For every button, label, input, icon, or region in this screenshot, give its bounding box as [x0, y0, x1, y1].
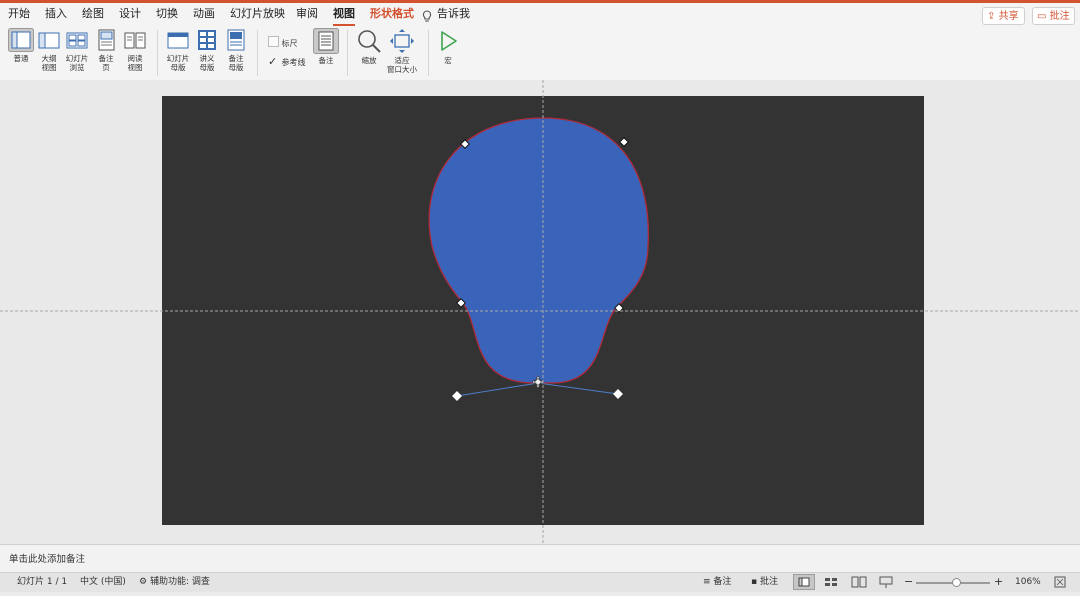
reading-view-icon	[124, 32, 146, 49]
edit-point-handle[interactable]	[619, 137, 629, 147]
zoom-level[interactable]: 106%	[1015, 573, 1041, 591]
slide-sorter-status-button[interactable]	[823, 575, 839, 596]
notes-pane[interactable]: 单击此处添加备注	[0, 544, 1080, 572]
normal-view-status-button[interactable]	[793, 574, 815, 590]
slide-counter: 幻灯片 1 / 1	[17, 577, 68, 587]
notes-page-button[interactable]: 备注 页	[91, 28, 121, 72]
tab-insert[interactable]: 插入	[45, 6, 67, 22]
ruler-checkbox[interactable]: 标尺	[268, 36, 308, 48]
reading-view-button[interactable]: 阅读 视图	[120, 28, 150, 72]
slideshow-status-button[interactable]	[878, 575, 894, 596]
reading-view-icon	[851, 576, 867, 588]
notes-page-icon	[98, 29, 115, 51]
comments-button[interactable]: ▭ 批注	[1032, 7, 1075, 25]
notes-master-button[interactable]: 备注 母版	[221, 28, 251, 72]
ruler-checkbox-box	[268, 36, 279, 47]
fit-window-icon	[390, 29, 414, 53]
normal-view-icon	[798, 577, 810, 587]
bezier-handle-line	[537, 382, 619, 395]
slide-master-button[interactable]: 幻灯片 母版	[163, 28, 193, 72]
share-button[interactable]: ⇪ 共享	[982, 7, 1025, 25]
slide-sorter-icon	[825, 578, 837, 586]
zoom-in-button[interactable]: +	[994, 573, 1003, 591]
slide-canvas[interactable]	[162, 96, 924, 525]
notes-lines-icon: ≡	[703, 577, 711, 587]
bezier-handle-line	[456, 382, 539, 397]
tab-transitions[interactable]: 切换	[156, 6, 178, 22]
bezier-control-handle[interactable]	[613, 389, 623, 399]
tab-slideshow[interactable]: 幻灯片放映	[230, 6, 285, 22]
checkmark-icon: ✓	[268, 55, 278, 68]
tab-view[interactable]: 视图	[333, 6, 355, 26]
accessibility-status[interactable]: ⚙ 辅助功能: 调查	[139, 573, 210, 591]
play-icon	[441, 31, 457, 51]
slide-drawing	[428, 117, 649, 401]
fit-slide-button[interactable]	[1054, 576, 1066, 595]
tab-shape-format[interactable]: 形状格式	[370, 6, 414, 22]
tab-design[interactable]: 设计	[119, 6, 141, 22]
magnifier-icon	[358, 30, 381, 53]
slide-sorter-button[interactable]: 幻灯片 浏览	[62, 28, 92, 72]
toolbar-separator	[347, 30, 348, 76]
notes-placeholder: 单击此处添加备注	[9, 554, 86, 565]
handout-master-icon	[198, 30, 216, 50]
comment-icon: ▭	[1037, 11, 1047, 22]
tab-home[interactable]: 开始	[8, 6, 30, 22]
normal-view-button[interactable]: 普通	[6, 28, 36, 63]
bezier-control-handle[interactable]	[452, 391, 462, 401]
freeform-shape[interactable]	[428, 117, 649, 384]
ribbon-tab-bar: 开始 插入 绘图 设计 切换 动画 幻灯片放映 审阅 视图 形状格式 告诉我 ⇪…	[0, 0, 1080, 26]
presentation-icon	[879, 576, 893, 588]
lightbulb-icon	[422, 8, 432, 27]
guides-checkbox[interactable]: ✓ 参考线	[268, 56, 314, 68]
zoom-out-button[interactable]: −	[904, 573, 913, 591]
language-indicator[interactable]: 中文 (中国)	[80, 573, 126, 591]
tab-tell-me[interactable]: 告诉我	[437, 6, 470, 22]
zoom-button[interactable]: 缩放	[354, 28, 384, 65]
notes-master-icon	[227, 29, 245, 51]
normal-view-icon	[8, 28, 34, 52]
fit-to-window-button[interactable]: 适应 窗口大小	[384, 28, 420, 74]
outline-view-icon	[38, 32, 60, 49]
outline-view-button[interactable]: 大纲 视图	[34, 28, 64, 72]
slide-master-icon	[167, 32, 189, 49]
comments-status-button[interactable]: ▪ 批注	[751, 573, 778, 591]
notes-icon	[313, 28, 339, 54]
status-bar: 幻灯片 1 / 1 中文 (中国) ⚙ 辅助功能: 调查 ≡ 备注 ▪ 批注 −…	[0, 572, 1080, 592]
tab-draw[interactable]: 绘图	[82, 6, 104, 22]
zoom-slider-thumb[interactable]	[952, 578, 962, 587]
tab-review[interactable]: 审阅	[296, 6, 318, 22]
slide-editing-area[interactable]	[0, 80, 1080, 544]
notes-status-button[interactable]: ≡ 备注	[703, 573, 731, 591]
macro-button[interactable]: 宏	[433, 28, 463, 65]
fit-slide-icon	[1054, 576, 1066, 588]
comment-icon: ▪	[751, 577, 758, 587]
handout-master-button[interactable]: 讲义 母版	[192, 28, 222, 72]
accessibility-icon: ⚙	[139, 577, 148, 587]
tab-animations[interactable]: 动画	[193, 6, 215, 22]
toolbar-separator	[257, 30, 258, 76]
slide-sorter-icon	[66, 32, 88, 49]
share-icon: ⇪	[987, 11, 996, 22]
notes-toggle-button[interactable]: 备注	[311, 28, 341, 65]
reading-view-status-button[interactable]	[851, 575, 867, 596]
ribbon-toolbar: 普通 大纲 视图 幻灯片 浏览 备注 页 阅读 视图 幻灯片 母版 讲义 母版 …	[0, 26, 1080, 81]
zoom-slider[interactable]	[916, 578, 990, 587]
toolbar-separator	[428, 30, 429, 76]
toolbar-separator	[157, 30, 158, 76]
